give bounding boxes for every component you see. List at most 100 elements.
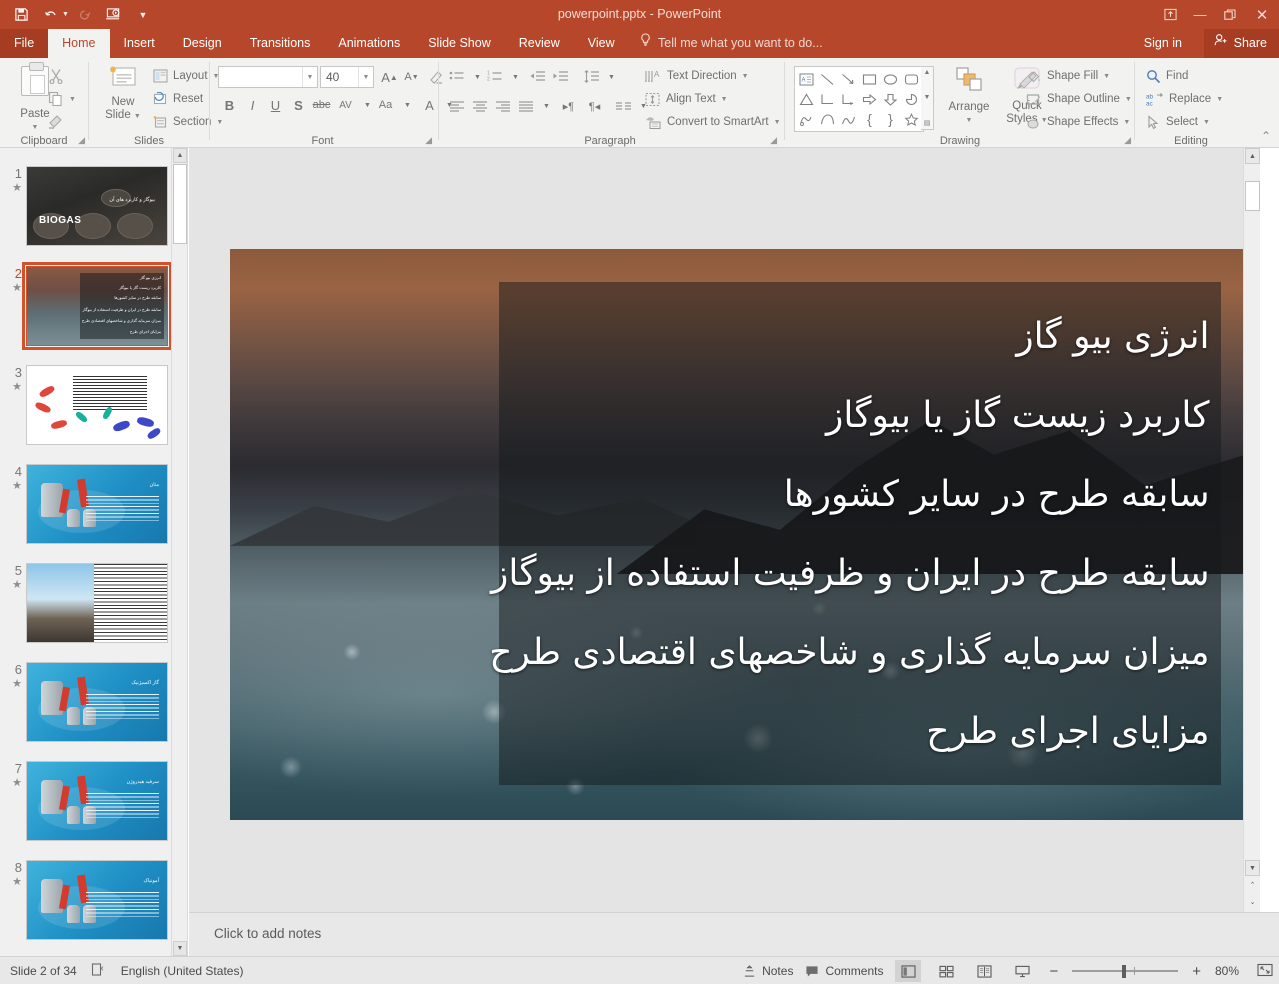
tab-home[interactable]: Home — [48, 29, 109, 58]
sign-in-button[interactable]: Sign in — [1144, 29, 1182, 58]
text-shadow-button[interactable]: S — [287, 94, 310, 116]
restore-icon[interactable] — [1215, 0, 1245, 29]
clipboard-dialog-launcher[interactable]: ◢ — [78, 135, 85, 146]
align-right-button[interactable] — [492, 95, 515, 117]
shape-triangle-icon[interactable] — [796, 89, 817, 109]
shape-left-brace-icon[interactable]: { — [859, 109, 880, 129]
replace-button[interactable]: abac Replace ▼ — [1146, 89, 1223, 109]
format-painter-button[interactable] — [48, 112, 64, 132]
share-button[interactable]: Share — [1204, 29, 1279, 58]
font-family-input[interactable]: ▼ — [218, 66, 318, 88]
current-slide[interactable]: انرژی بیو گاز کاربرد زیست گاز یا بیوگاز … — [230, 249, 1246, 820]
reading-view-button[interactable] — [971, 960, 997, 982]
arrange-dropdown-icon[interactable]: ▼ — [966, 114, 973, 127]
slide-thumbnail-4[interactable]: متان — [26, 464, 168, 544]
shape-outline-button[interactable]: Shape Outline ▼ — [1026, 89, 1132, 109]
font-size-input[interactable]: 40 ▼ — [320, 66, 374, 88]
thumbnail-row-6[interactable]: 6 ★ گاز اکسیژنیک — [0, 662, 180, 747]
previous-slide-button[interactable]: ⌃ — [1245, 877, 1260, 893]
thumbnail-row-2[interactable]: 2 ★ انرژی بیو گاز کاربرد زیست گاز یا بیو… — [0, 266, 180, 351]
shape-down-arrow-icon[interactable] — [880, 89, 901, 109]
scroll-up-button[interactable]: ▲ — [1245, 148, 1260, 164]
thumbnail-scrollbar-thumb[interactable] — [173, 164, 187, 244]
slide-counter[interactable]: Slide 2 of 34 — [10, 964, 77, 978]
thumbnail-row-4[interactable]: 4 ★ متان — [0, 464, 180, 549]
shape-curve-icon[interactable] — [817, 109, 838, 129]
collapse-ribbon-button[interactable]: ⌃ — [1261, 129, 1271, 143]
zoom-slider-handle[interactable] — [1122, 965, 1126, 978]
slide-thumbnail-3[interactable] — [26, 365, 168, 445]
reset-button[interactable]: Reset — [153, 89, 203, 109]
shape-outline-dropdown-icon[interactable]: ▼ — [1125, 96, 1132, 103]
scrollbar-thumb[interactable] — [1245, 181, 1260, 211]
numbering-dropdown-icon[interactable]: ▼ — [504, 66, 527, 88]
shape-arc-icon[interactable] — [838, 109, 859, 129]
rtl-text-direction-button[interactable]: ¶◂ — [583, 95, 606, 117]
language-indicator[interactable]: English (United States) — [121, 964, 244, 978]
select-dropdown-icon[interactable]: ▼ — [1203, 119, 1210, 126]
tab-design[interactable]: Design — [169, 29, 236, 58]
shape-scribble-icon[interactable] — [796, 109, 817, 129]
thumbnail-row-1[interactable]: 1 ★ بیوگاز و کاربرد های آن BIOGAS — [0, 166, 180, 251]
align-text-button[interactable]: Align Text ▼ — [645, 89, 728, 109]
shape-right-arrow-icon[interactable] — [859, 89, 880, 109]
zoom-level-label[interactable]: 80% — [1215, 964, 1245, 978]
slide-thumbnail-7[interactable]: سرفید هیدروژن — [26, 761, 168, 841]
decrease-font-size-button[interactable]: A▼ — [400, 66, 423, 88]
arrange-button[interactable]: Arrange ▼ — [941, 66, 997, 127]
align-center-button[interactable] — [469, 95, 492, 117]
decrease-indent-button[interactable] — [526, 66, 549, 88]
drawing-dialog-launcher[interactable]: ◢ — [1124, 135, 1131, 146]
replace-dropdown-icon[interactable]: ▼ — [1216, 96, 1223, 103]
zoom-slider[interactable] — [1072, 964, 1178, 978]
thumbnail-row-7[interactable]: 7 ★ سرفید هیدروژن — [0, 761, 180, 846]
tab-transitions[interactable]: Transitions — [236, 29, 325, 58]
shapes-more-icon[interactable]: ▤ — [924, 119, 931, 127]
fit-slide-to-window-button[interactable] — [1257, 963, 1273, 980]
slide-thumbnail-pane[interactable]: 1 ★ بیوگاز و کاربرد های آن BIOGAS 2 ★ ان… — [0, 148, 188, 956]
shape-text-box-icon[interactable]: A — [796, 69, 817, 89]
italic-button[interactable]: I — [241, 94, 264, 116]
copy-dropdown-icon[interactable]: ▼ — [69, 96, 76, 103]
change-case-dropdown-icon[interactable]: ▼ — [396, 94, 419, 116]
shape-effects-dropdown-icon[interactable]: ▼ — [1123, 119, 1130, 126]
shape-elbow-connector-icon[interactable] — [817, 89, 838, 109]
minimize-icon[interactable]: — — [1185, 0, 1215, 29]
find-button[interactable]: Find — [1146, 66, 1188, 86]
shape-fill-button[interactable]: Shape Fill ▼ — [1026, 66, 1110, 86]
strikethrough-button[interactable]: abc — [310, 94, 333, 116]
slide-thumbnail-6[interactable]: گاز اکسیژنیک — [26, 662, 168, 742]
tab-insert[interactable]: Insert — [110, 29, 169, 58]
font-family-dropdown-icon[interactable]: ▼ — [302, 67, 317, 87]
notes-pane[interactable]: Click to add notes — [189, 912, 1279, 956]
notes-toggle-button[interactable]: Notes — [743, 964, 793, 978]
text-direction-button[interactable]: A Text Direction ▼ — [645, 66, 749, 86]
thumbnail-row-3[interactable]: 3 ★ — [0, 365, 180, 450]
shape-pie-icon[interactable] — [901, 89, 922, 109]
shape-rounded-rectangle-icon[interactable] — [901, 69, 922, 89]
zoom-out-button[interactable]: − — [1047, 963, 1060, 980]
thumbnail-row-8[interactable]: 8 ★ آمونیاک — [0, 860, 180, 945]
slide-thumbnail-8[interactable]: آمونیاک — [26, 860, 168, 940]
slide-show-view-button[interactable] — [1009, 960, 1035, 982]
close-icon[interactable]: ✕ — [1245, 0, 1279, 29]
comments-button[interactable]: Comments — [805, 964, 883, 978]
tab-view[interactable]: View — [574, 29, 629, 58]
convert-to-smartart-dropdown-icon[interactable]: ▼ — [774, 119, 781, 126]
slide-thumbnail-1[interactable]: بیوگاز و کاربرد های آن BIOGAS — [26, 166, 168, 246]
thumbnail-scroll-down-button[interactable]: ▼ — [173, 941, 187, 956]
tell-me-search[interactable]: Tell me what you want to do... — [640, 29, 823, 58]
spellcheck-icon[interactable]: x — [91, 962, 107, 980]
zoom-in-button[interactable]: + — [1190, 963, 1203, 980]
tab-slide-show[interactable]: Slide Show — [414, 29, 505, 58]
font-dialog-launcher[interactable]: ◢ — [425, 135, 432, 146]
shape-rectangle-icon[interactable] — [859, 69, 880, 89]
new-slide-button[interactable]: New Slide ▼ — [97, 64, 149, 123]
thumbnail-scroll-up-button[interactable]: ▲ — [173, 148, 187, 163]
slide-thumbnail-5[interactable] — [26, 563, 168, 643]
shape-star-icon[interactable] — [901, 109, 922, 129]
text-direction-dropdown-icon[interactable]: ▼ — [742, 73, 749, 80]
bold-button[interactable]: B — [218, 94, 241, 116]
slide-sorter-view-button[interactable] — [933, 960, 959, 982]
shape-elbow-arrow-icon[interactable] — [838, 89, 859, 109]
